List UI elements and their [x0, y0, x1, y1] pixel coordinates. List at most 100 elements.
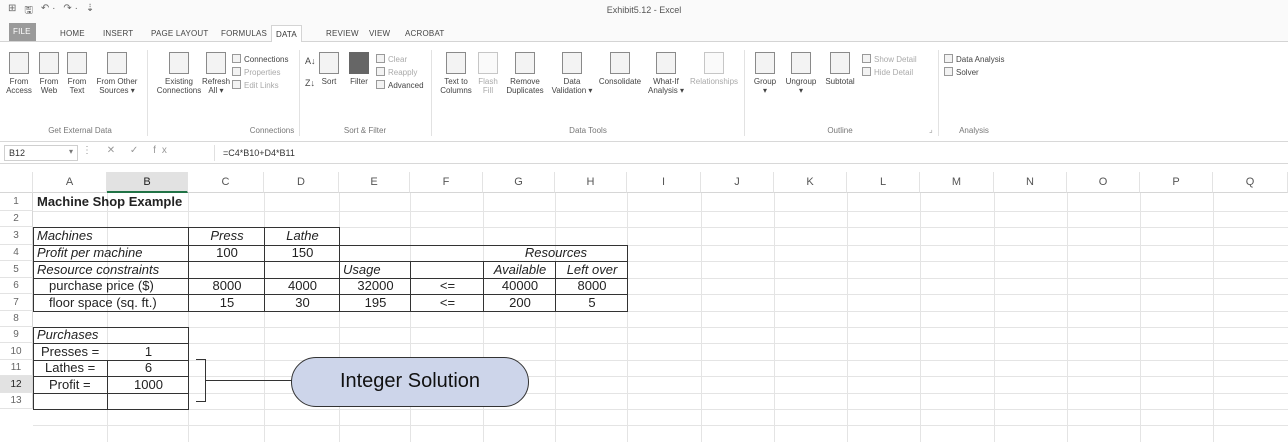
- edit-links-button[interactable]: Edit Links: [232, 80, 279, 91]
- reapply-button[interactable]: Reapply: [376, 67, 417, 78]
- sort-za-icon[interactable]: Z↓: [305, 78, 315, 89]
- row-header-8[interactable]: 8: [0, 311, 33, 327]
- cell-a3[interactable]: Machines: [37, 227, 93, 245]
- text-to-columns-button[interactable]: Text to Columns: [438, 52, 474, 95]
- tab-acrobat[interactable]: ACROBAT: [401, 25, 448, 42]
- column-header-e[interactable]: E: [339, 172, 410, 193]
- cell-b12[interactable]: 1000: [111, 376, 186, 394]
- cell-g5[interactable]: Available: [487, 261, 553, 279]
- column-header-m[interactable]: M: [920, 172, 994, 193]
- row-header-4[interactable]: 4: [0, 245, 33, 261]
- cell-e7[interactable]: 195: [343, 294, 408, 312]
- ungroup-button[interactable]: Ungroup ▾: [782, 52, 820, 95]
- refresh-all-button[interactable]: Refresh All ▾: [202, 52, 230, 95]
- cell-g7[interactable]: 200: [487, 294, 553, 312]
- worksheet-grid[interactable]: ABCDEFGHIJKLMNOPQ 1 2 3 4 5 6 7 8 9 10 11 12 13 Mach…: [0, 172, 1288, 442]
- cell-d4[interactable]: 150: [268, 244, 337, 262]
- name-box-dropdown-icon[interactable]: ▾: [69, 147, 73, 156]
- formula-buttons[interactable]: ⋮ ✕ ✓ fx: [82, 145, 210, 161]
- properties-button[interactable]: Properties: [232, 67, 280, 78]
- cell-e6[interactable]: 32000: [343, 277, 408, 295]
- column-header-b[interactable]: B: [107, 172, 188, 193]
- column-header-j[interactable]: J: [701, 172, 774, 193]
- row-header-3[interactable]: 3: [0, 227, 33, 245]
- tab-review[interactable]: REVIEW: [322, 25, 363, 42]
- filter-button[interactable]: Filter: [346, 52, 372, 86]
- column-header-a[interactable]: A: [33, 172, 107, 193]
- cell-a10[interactable]: Presses =: [41, 343, 99, 361]
- row-header-1[interactable]: 1: [0, 193, 33, 211]
- hide-detail-button[interactable]: Hide Detail: [862, 67, 913, 78]
- cell-e5[interactable]: Usage: [343, 261, 381, 279]
- row-header-9[interactable]: 9: [0, 327, 33, 343]
- row-header-5[interactable]: 5: [0, 261, 33, 278]
- tab-home[interactable]: HOME: [56, 25, 89, 42]
- sort-button[interactable]: Sort: [316, 52, 342, 86]
- group-button[interactable]: Group ▾: [750, 52, 780, 95]
- data-analysis-button[interactable]: Data Analysis: [944, 54, 1004, 65]
- row-header-11[interactable]: 11: [0, 360, 33, 376]
- cell-a5[interactable]: Resource constraints: [37, 261, 159, 279]
- column-header-i[interactable]: I: [627, 172, 701, 193]
- cell-g4[interactable]: Resources: [487, 244, 625, 262]
- column-header-f[interactable]: F: [410, 172, 483, 193]
- cell-c4[interactable]: 100: [192, 244, 262, 262]
- column-header-d[interactable]: D: [264, 172, 339, 193]
- cell-c6[interactable]: 8000: [192, 277, 262, 295]
- cell-a12[interactable]: Profit =: [49, 376, 91, 394]
- cell-h5[interactable]: Left over: [559, 261, 625, 279]
- row-header-7[interactable]: 7: [0, 294, 33, 311]
- cell-h7[interactable]: 5: [559, 294, 625, 312]
- column-header-h[interactable]: H: [555, 172, 627, 193]
- row-header-10[interactable]: 10: [0, 343, 33, 360]
- from-access-button[interactable]: From Access: [6, 52, 32, 95]
- row-header-2[interactable]: 2: [0, 211, 33, 227]
- cell-f7[interactable]: <=: [414, 294, 481, 312]
- cell-d6[interactable]: 4000: [268, 277, 337, 295]
- column-header-k[interactable]: K: [774, 172, 847, 193]
- from-other-sources-button[interactable]: From Other Sources ▾: [92, 52, 142, 95]
- subtotal-button[interactable]: Subtotal: [822, 52, 858, 86]
- row-header-13[interactable]: 13: [0, 393, 33, 409]
- cell-a4[interactable]: Profit per machine: [37, 244, 143, 262]
- select-all-corner[interactable]: [0, 172, 33, 193]
- formula-input[interactable]: =C4*B10+D4*B11: [214, 145, 1284, 161]
- show-detail-button[interactable]: Show Detail: [862, 54, 917, 65]
- column-header-l[interactable]: L: [847, 172, 920, 193]
- from-text-button[interactable]: From Text: [64, 52, 90, 95]
- column-header-n[interactable]: N: [994, 172, 1067, 193]
- cell-a9[interactable]: Purchases: [37, 326, 98, 344]
- data-validation-button[interactable]: Data Validation ▾: [550, 52, 594, 95]
- column-header-o[interactable]: O: [1067, 172, 1140, 193]
- clear-button[interactable]: Clear: [376, 54, 407, 65]
- row-header-12[interactable]: 12: [0, 376, 33, 393]
- consolidate-button[interactable]: Consolidate: [596, 52, 644, 86]
- solver-button[interactable]: Solver: [944, 67, 979, 78]
- cell-h6[interactable]: 8000: [559, 277, 625, 295]
- cell-b11[interactable]: 6: [111, 359, 186, 377]
- tab-insert[interactable]: INSERT: [99, 25, 137, 42]
- from-web-button[interactable]: From Web: [36, 52, 62, 95]
- column-header-g[interactable]: G: [483, 172, 555, 193]
- cell-a7[interactable]: floor space (sq. ft.): [49, 294, 157, 312]
- column-header-p[interactable]: P: [1140, 172, 1213, 193]
- relationships-button[interactable]: Relationships: [688, 52, 740, 86]
- existing-connections-button[interactable]: Existing Connections: [156, 52, 202, 95]
- row-header-6[interactable]: 6: [0, 278, 33, 294]
- column-header-q[interactable]: Q: [1213, 172, 1288, 193]
- cell-d7[interactable]: 30: [268, 294, 337, 312]
- tab-page-layout[interactable]: PAGE LAYOUT: [147, 25, 212, 42]
- cell-a1[interactable]: Machine Shop Example: [37, 193, 182, 211]
- tab-formulas[interactable]: FORMULAS: [217, 25, 271, 42]
- cell-a11[interactable]: Lathes =: [45, 359, 95, 377]
- tab-file[interactable]: FILE: [9, 23, 36, 41]
- cell-c7[interactable]: 15: [192, 294, 262, 312]
- cell-a6[interactable]: purchase price ($): [49, 277, 154, 295]
- remove-duplicates-button[interactable]: Remove Duplicates: [503, 52, 547, 95]
- what-if-button[interactable]: What-If Analysis ▾: [646, 52, 686, 95]
- cell-c3[interactable]: Press: [192, 227, 262, 245]
- connections-button[interactable]: Connections: [232, 54, 288, 65]
- advanced-button[interactable]: Advanced: [376, 80, 424, 91]
- cell-b10[interactable]: 1: [111, 343, 186, 361]
- column-header-c[interactable]: C: [188, 172, 264, 193]
